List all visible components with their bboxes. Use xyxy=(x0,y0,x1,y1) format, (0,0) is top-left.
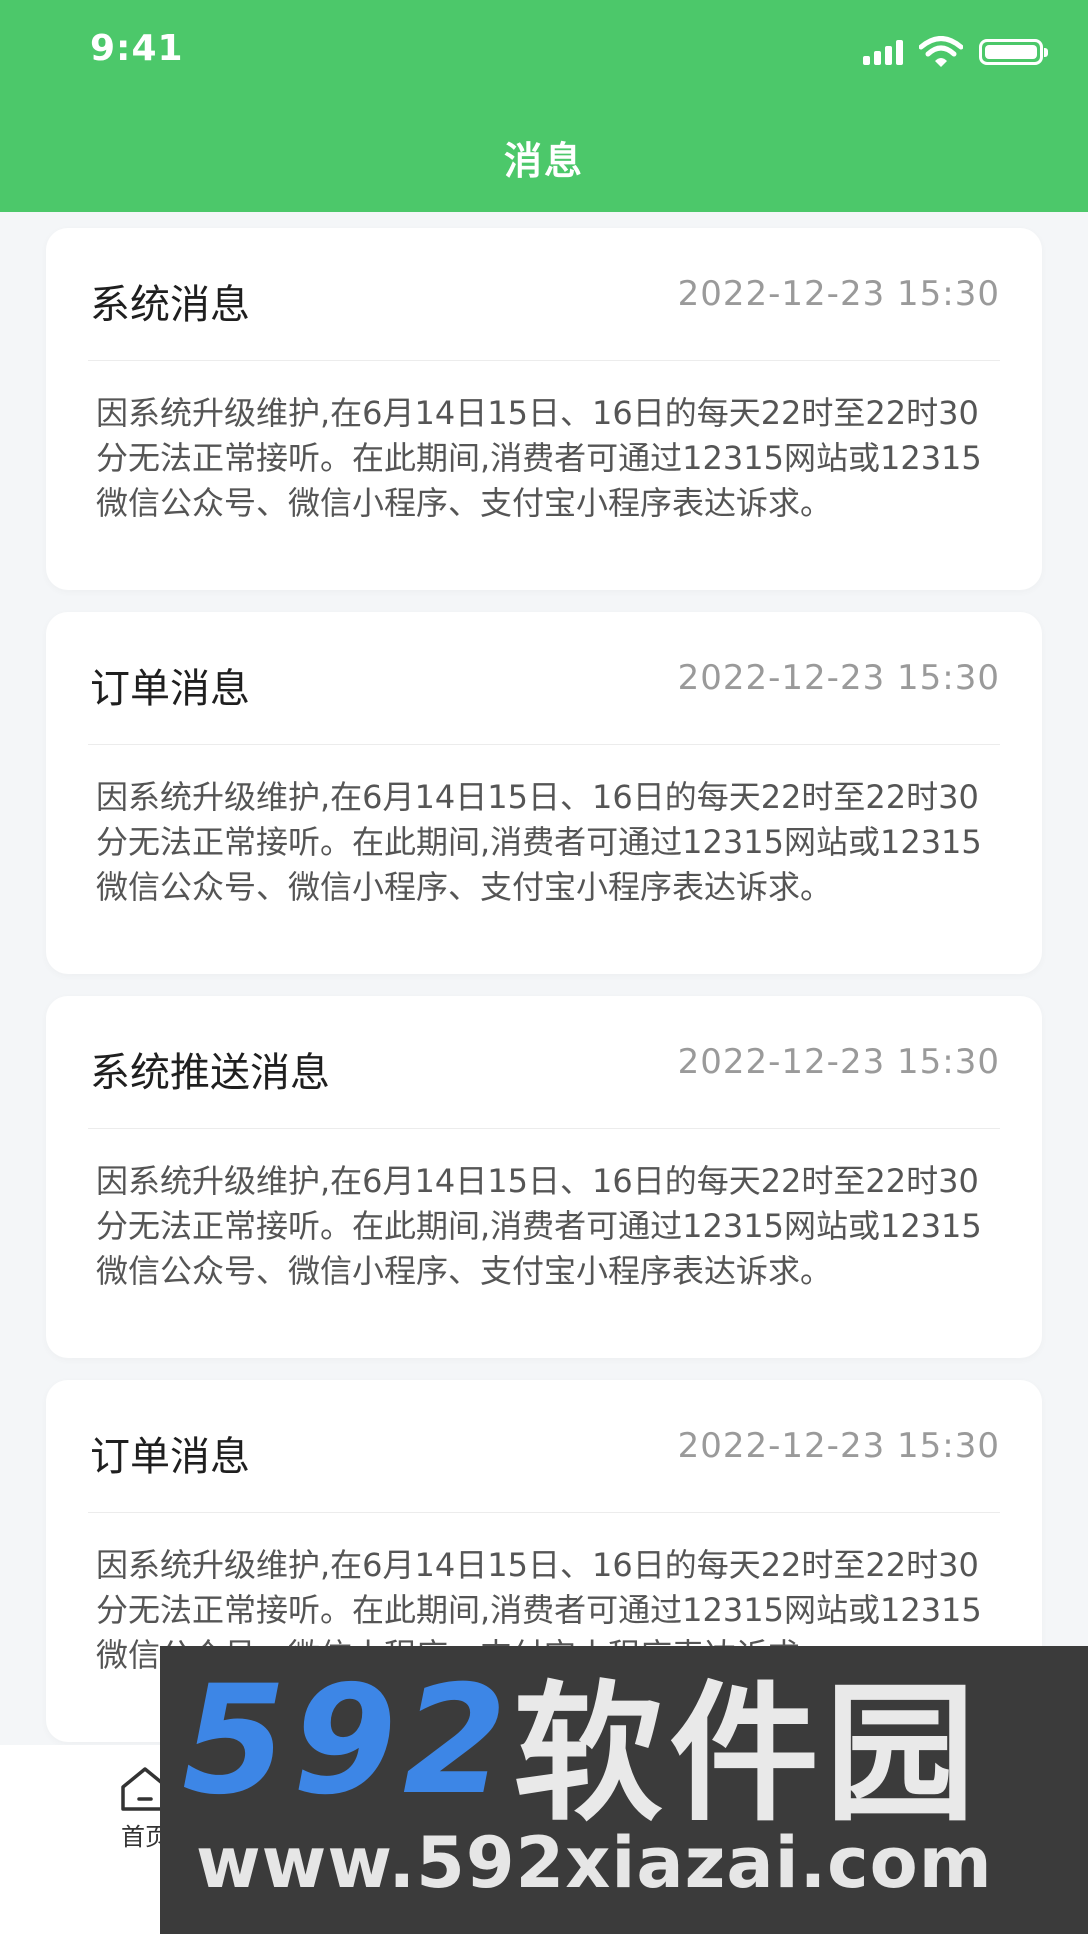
message-card[interactable]: 系统消息 2022-12-23 15:30 因系统升级维护,在6月14日15日、… xyxy=(46,228,1042,590)
message-list[interactable]: 系统消息 2022-12-23 15:30 因系统升级维护,在6月14日15日、… xyxy=(0,228,1088,1764)
message-title: 订单消息 xyxy=(90,666,250,712)
message-card-header: 订单消息 2022-12-23 15:30 xyxy=(88,656,1000,745)
message-card-header: 系统推送消息 2022-12-23 15:30 xyxy=(88,1040,1000,1129)
message-body: 因系统升级维护,在6月14日15日、16日的每天22时至22时30分无法正常接听… xyxy=(96,394,982,522)
message-card-header: 订单消息 2022-12-23 15:30 xyxy=(88,1424,1000,1513)
status-time: 9:41 xyxy=(90,28,184,69)
message-title: 系统消息 xyxy=(90,282,250,328)
message-card[interactable]: 订单消息 2022-12-23 15:30 因系统升级维护,在6月14日15日、… xyxy=(46,612,1042,974)
watermark-url: www.592xiazai.com xyxy=(196,1822,993,1904)
battery-icon xyxy=(979,39,1048,65)
app-screen: 9:41 消息 系统消息 2022-12-23 15:30 因系统升级维护,在6… xyxy=(0,0,1088,1934)
wifi-icon xyxy=(919,36,963,67)
page-title: 消息 xyxy=(503,139,584,183)
watermark-logo: 592 软件园 xyxy=(182,1654,1082,1842)
message-body: 因系统升级维护,在6月14日15日、16日的每天22时至22时30分无法正常接听… xyxy=(96,1162,982,1290)
signal-icon xyxy=(863,39,903,65)
status-bar: 9:41 xyxy=(0,0,1088,100)
message-card[interactable]: 系统推送消息 2022-12-23 15:30 因系统升级维护,在6月14日15… xyxy=(46,996,1042,1358)
message-datetime: 2022-12-23 15:30 xyxy=(677,274,1000,314)
message-title: 系统推送消息 xyxy=(90,1050,330,1096)
watermark-logo-text: 软件园 xyxy=(513,1667,982,1842)
message-body: 因系统升级维护,在6月14日15日、16日的每天22时至22时30分无法正常接听… xyxy=(96,778,982,906)
message-datetime: 2022-12-23 15:30 xyxy=(677,1426,1000,1466)
watermark-overlay: 592 软件园 www.592xiazai.com xyxy=(160,1646,1088,1934)
message-card-header: 系统消息 2022-12-23 15:30 xyxy=(88,272,1000,361)
message-datetime: 2022-12-23 15:30 xyxy=(677,1042,1000,1082)
watermark-logo-number: 592 xyxy=(182,1654,514,1828)
message-datetime: 2022-12-23 15:30 xyxy=(677,658,1000,698)
status-icons xyxy=(863,36,1048,68)
message-title: 订单消息 xyxy=(90,1434,250,1480)
header: 9:41 消息 xyxy=(0,0,1088,212)
